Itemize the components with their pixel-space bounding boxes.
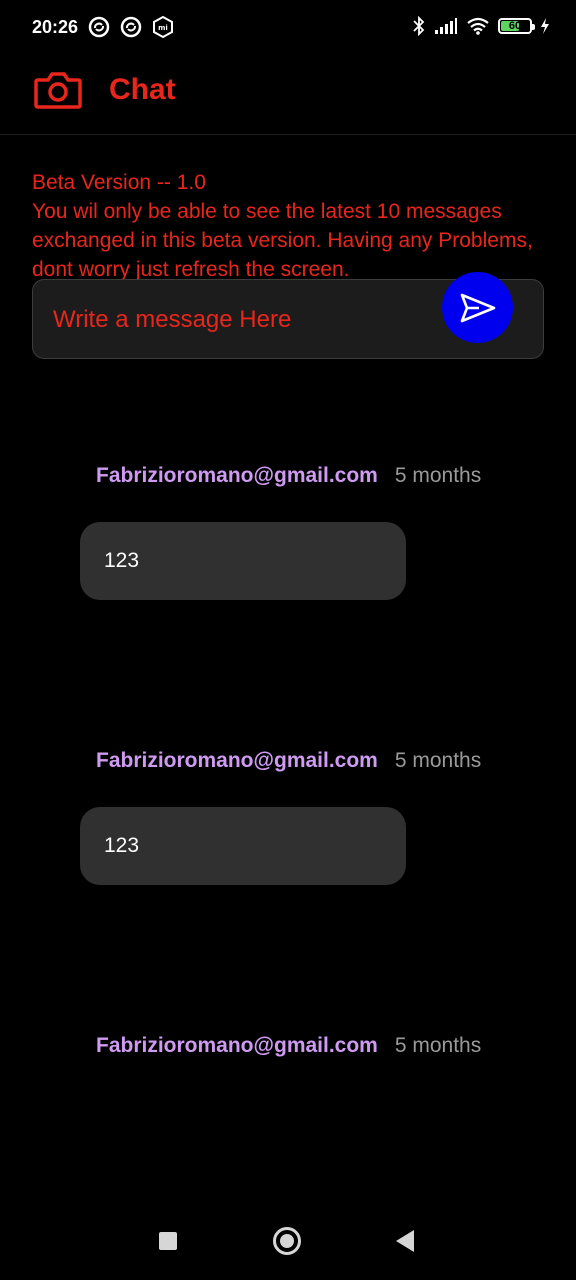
sync-icon [120, 16, 142, 38]
beta-notice: Beta Version -- 1.0 You wil only be able… [32, 168, 552, 284]
message-input[interactable] [51, 280, 455, 360]
signal-icon [435, 18, 457, 34]
message-time: 5 months [394, 1034, 482, 1057]
status-bar: 20:26 mi 60 [0, 0, 576, 56]
message-text: 123 [104, 549, 140, 572]
send-icon [460, 293, 495, 322]
svg-text:mi: mi [158, 24, 168, 32]
notification-icons: mi [88, 16, 174, 38]
mi-icon: mi [153, 16, 173, 38]
message-sender: Fabrizioromano@gmail.com [96, 1034, 378, 1057]
sync-icon [88, 16, 110, 38]
message-header: Fabrizioromano@gmail.com 5 months [96, 749, 481, 773]
back-button[interactable] [396, 1230, 414, 1252]
page-title: Chat [109, 73, 176, 106]
beta-version-label: Beta Version -- 1.0 [32, 171, 206, 194]
navigation-bar [0, 1206, 576, 1280]
battery-level: 60 [508, 20, 522, 32]
camera-icon[interactable] [34, 70, 82, 110]
bluetooth-icon [413, 16, 425, 36]
recents-button[interactable] [159, 1232, 177, 1250]
message-composer [32, 272, 544, 360]
beta-notice-message: You wil only be able to see the latest 1… [32, 200, 533, 281]
status-time: 20:26 [32, 17, 79, 37]
system-icons: 60 [412, 16, 550, 36]
message-bubble: 123 [80, 807, 406, 885]
send-button[interactable] [442, 272, 513, 343]
message-sender: Fabrizioromano@gmail.com [96, 749, 378, 772]
message-time: 5 months [394, 464, 482, 487]
message-header: Fabrizioromano@gmail.com 5 months [96, 1034, 481, 1058]
wifi-icon [467, 17, 489, 35]
battery-icon: 60 [498, 18, 535, 34]
message-header: Fabrizioromano@gmail.com 5 months [96, 464, 481, 488]
app-bar: Chat [0, 56, 576, 135]
home-button[interactable] [273, 1227, 301, 1255]
message-sender: Fabrizioromano@gmail.com [96, 464, 378, 487]
charging-icon [541, 18, 549, 34]
message-bubble: 123 [80, 522, 406, 600]
message-time: 5 months [394, 749, 482, 772]
message-text: 123 [104, 834, 140, 857]
